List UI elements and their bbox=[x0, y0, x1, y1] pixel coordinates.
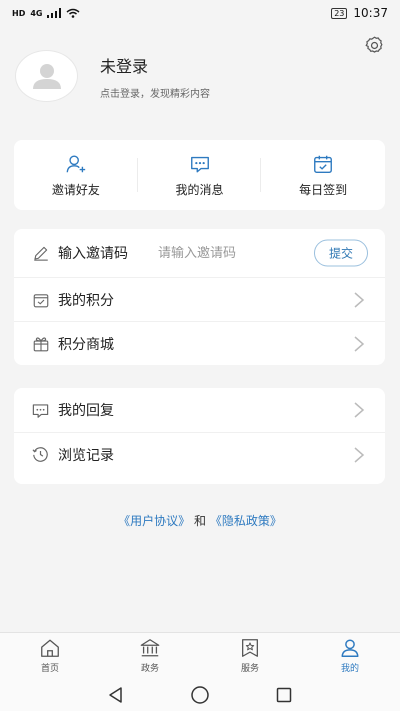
menu-item-points-mall[interactable]: 积分商城 bbox=[14, 321, 385, 365]
menu-item-label: 我的积分 bbox=[58, 292, 114, 309]
battery-indicator: 23 bbox=[331, 7, 348, 19]
network-type: 4G bbox=[30, 8, 43, 18]
tab-label: 政务 bbox=[140, 664, 159, 674]
invite-code-input[interactable] bbox=[158, 245, 278, 261]
chevron-right-icon bbox=[354, 402, 365, 418]
avatar[interactable] bbox=[15, 50, 78, 102]
submit-button[interactable]: 提交 bbox=[314, 239, 368, 267]
menu-item-label: 积分商城 bbox=[58, 336, 114, 353]
history-icon bbox=[31, 445, 50, 464]
menu-item-label: 浏览记录 bbox=[58, 447, 114, 464]
settings-button[interactable] bbox=[362, 33, 386, 57]
message-icon bbox=[190, 156, 209, 172]
tab-home[interactable]: 首页 bbox=[0, 633, 100, 678]
status-left: HD 4G bbox=[12, 8, 80, 18]
tab-label: 首页 bbox=[40, 664, 59, 674]
invite-friend-button[interactable]: 邀请好友 bbox=[14, 140, 138, 210]
privacy-policy-link[interactable]: 《隐私政策》 bbox=[210, 514, 282, 528]
gift-box-icon bbox=[31, 334, 50, 353]
legal-connector: 和 bbox=[193, 514, 206, 528]
daily-checkin-label: 每日签到 bbox=[299, 182, 348, 197]
tab-label: 我的 bbox=[340, 664, 359, 674]
menu-item-browse-history[interactable]: 浏览记录 bbox=[14, 432, 385, 476]
daily-checkin-button[interactable]: 每日签到 bbox=[261, 140, 385, 210]
status-bar: HD 4G 23 10:37 bbox=[0, 0, 400, 26]
profile-name[interactable]: 未登录 bbox=[100, 53, 210, 77]
user-agreement-link[interactable]: 《用户协议》 bbox=[118, 514, 190, 528]
profile-text: 未登录 点击登录，发现精彩内容 bbox=[100, 53, 210, 100]
profile-header[interactable]: 未登录 点击登录，发现精彩内容 bbox=[15, 50, 210, 102]
system-nav-bar bbox=[0, 678, 400, 711]
tab-mine[interactable]: 我的 bbox=[300, 633, 400, 678]
menu-card-points: 输入邀请码 提交 我的积分 积分商城 bbox=[14, 229, 385, 365]
my-messages-button[interactable]: 我的消息 bbox=[138, 140, 262, 210]
quick-actions-card: 邀请好友 我的消息 每日签到 bbox=[14, 140, 385, 210]
menu-item-my-replies[interactable]: 我的回复 bbox=[14, 388, 385, 432]
invite-code-row: 输入邀请码 提交 bbox=[14, 229, 385, 277]
home-icon bbox=[41, 639, 59, 657]
status-right: 23 10:37 bbox=[331, 6, 388, 20]
bottom-tab-bar: 首页 政务 服务 我的 bbox=[0, 632, 400, 678]
pencil-icon bbox=[31, 244, 50, 263]
square-recents-icon bbox=[276, 687, 292, 702]
tab-government[interactable]: 政务 bbox=[100, 633, 200, 678]
tab-label: 服务 bbox=[240, 664, 259, 674]
menu-card-activity: 我的回复 浏览记录 bbox=[14, 388, 385, 484]
invite-code-label: 输入邀请码 bbox=[58, 246, 128, 262]
invite-friend-icon bbox=[66, 155, 85, 172]
invite-friend-label: 邀请好友 bbox=[51, 182, 100, 197]
profile-subtitle: 点击登录，发现精彩内容 bbox=[100, 88, 210, 100]
government-icon bbox=[140, 639, 160, 657]
hd-badge: HD bbox=[12, 8, 26, 18]
wifi-icon bbox=[67, 8, 80, 18]
reply-icon bbox=[31, 401, 50, 420]
back-button[interactable] bbox=[105, 684, 127, 706]
my-messages-label: 我的消息 bbox=[175, 182, 224, 197]
home-nav-button[interactable] bbox=[189, 684, 211, 706]
chevron-right-icon bbox=[354, 335, 365, 352]
tab-service[interactable]: 服务 bbox=[200, 633, 300, 678]
back-triangle-icon bbox=[109, 686, 122, 703]
legal-links: 《用户协议》 和 《隐私政策》 bbox=[0, 512, 400, 529]
circle-home-icon bbox=[191, 685, 209, 704]
gear-icon bbox=[365, 36, 382, 53]
calendar-check-icon bbox=[314, 155, 333, 173]
points-icon bbox=[31, 290, 50, 309]
menu-item-my-points[interactable]: 我的积分 bbox=[14, 277, 385, 321]
chevron-right-icon bbox=[354, 291, 365, 308]
chevron-right-icon bbox=[354, 446, 365, 463]
default-avatar-icon bbox=[32, 64, 61, 89]
service-icon bbox=[242, 639, 258, 657]
recents-button[interactable] bbox=[273, 684, 295, 706]
user-icon bbox=[341, 639, 359, 657]
clock: 10:37 bbox=[353, 6, 388, 20]
menu-item-label: 我的回复 bbox=[58, 403, 114, 419]
signal-icon bbox=[47, 8, 62, 18]
